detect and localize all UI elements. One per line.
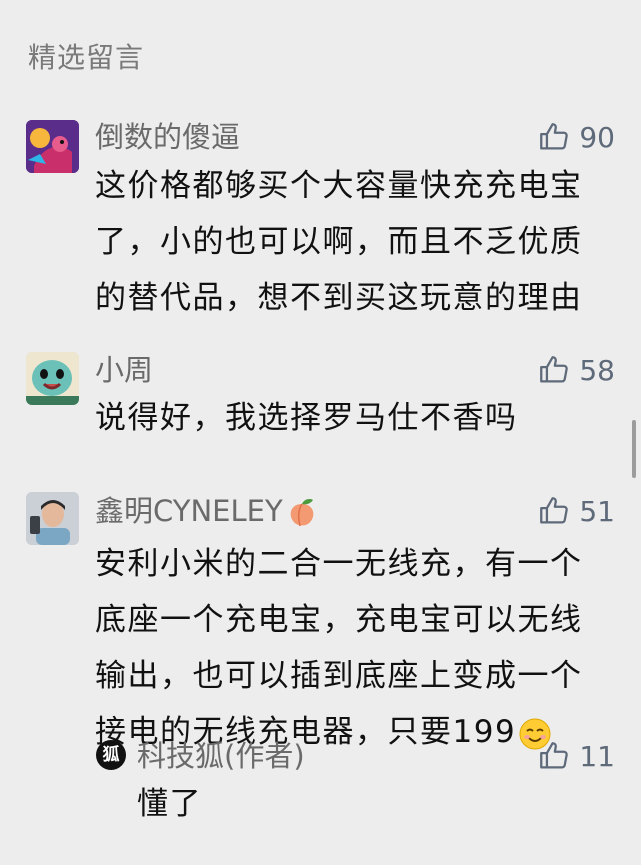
- peach-emoji: [290, 499, 314, 527]
- like-button[interactable]: 90: [537, 117, 615, 157]
- like-button[interactable]: 51: [537, 491, 615, 531]
- thumbs-up-icon: [540, 497, 569, 524]
- reply-like-count: 11: [579, 739, 615, 773]
- comment-author[interactable]: 鑫明CYNELEY: [95, 491, 319, 531]
- comment-line: 了，小的也可以啊，而且不乏优质: [95, 224, 583, 260]
- reply-like-button[interactable]: 11: [537, 736, 615, 776]
- author-name: 鑫明CYNELEY: [95, 494, 283, 528]
- like-count: 51: [579, 494, 615, 528]
- comment-author[interactable]: 倒数的傻逼: [95, 117, 240, 157]
- reply-avatar[interactable]: 狐: [96, 740, 126, 770]
- like-count: 90: [579, 120, 615, 154]
- avatar[interactable]: [26, 120, 79, 173]
- comment-line: 安利小米的二合一无线充，有一个: [95, 546, 583, 582]
- thumbs-up-icon: [540, 123, 569, 150]
- comment-author[interactable]: 小周: [95, 350, 153, 390]
- like-count: 58: [579, 353, 615, 387]
- thumbs-up-icon: [540, 356, 569, 383]
- comment-line: 的替代品，想不到买这玩意的理由: [95, 280, 583, 316]
- comment-text: 这价格都够买个大容量快充充电宝 了，小的也可以啊，而且不乏优质 的替代品，想不到…: [95, 158, 615, 326]
- scrollbar[interactable]: [632, 420, 636, 478]
- reply-author[interactable]: 科技狐(作者): [137, 736, 305, 776]
- reply-text: 懂了: [137, 786, 202, 822]
- comment-line: 说得好，我选择罗马仕不香吗: [95, 400, 518, 436]
- section-title: 精选留言: [28, 41, 145, 74]
- like-button[interactable]: 58: [537, 350, 615, 390]
- thumbs-up-icon: [540, 742, 569, 769]
- comment-line: 输出，也可以插到底座上变成一个: [95, 658, 583, 694]
- avatar[interactable]: [26, 492, 79, 545]
- comment-text: 安利小米的二合一无线充，有一个 底座一个充电宝，充电宝可以无线 输出，也可以插到…: [95, 536, 615, 760]
- avatar[interactable]: [26, 352, 79, 405]
- comment-line: 底座一个充电宝，充电宝可以无线: [95, 602, 583, 638]
- comment-line: 这价格都够买个大容量快充充电宝: [95, 168, 583, 204]
- comment-text: 说得好，我选择罗马仕不香吗: [95, 390, 615, 446]
